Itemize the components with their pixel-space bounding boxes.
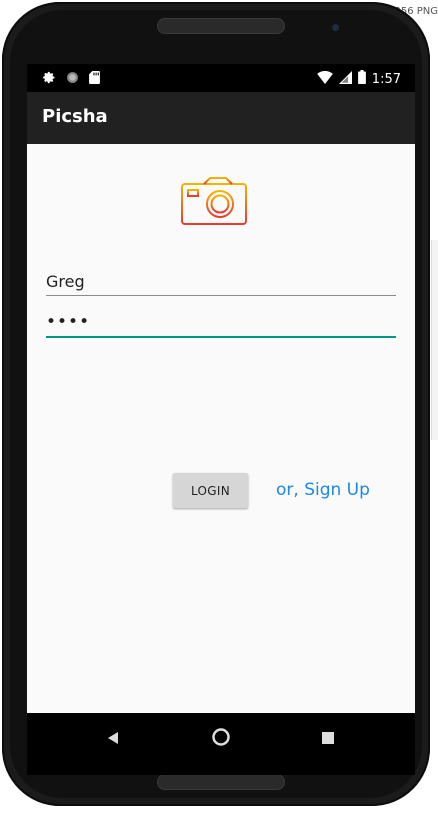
- top-speaker: [157, 18, 285, 34]
- wifi-icon: [316, 70, 333, 89]
- camera-icon: [180, 176, 248, 231]
- sign-up-link[interactable]: or, Sign Up: [276, 480, 370, 500]
- status-bar: 1:57: [27, 64, 415, 92]
- app-title: Picsha: [42, 106, 108, 127]
- sd-card-icon: [89, 71, 100, 89]
- device-screen: 1:57 Picsha Greg •••• LOGIN or, Sign Up: [27, 64, 415, 775]
- home-icon[interactable]: [211, 727, 231, 752]
- username-field[interactable]: [46, 267, 396, 296]
- status-time: 1:57: [371, 72, 401, 87]
- recents-icon[interactable]: [322, 731, 334, 749]
- battery-icon: [357, 70, 366, 89]
- bottom-speaker: [157, 774, 285, 790]
- app-bar: Picsha: [27, 92, 415, 144]
- background-window-edge: [431, 240, 438, 440]
- sync-icon: [66, 71, 79, 89]
- front-camera: [332, 24, 339, 31]
- password-field[interactable]: [46, 308, 396, 338]
- back-icon[interactable]: [106, 731, 120, 750]
- phone-frame: 1:57 Picsha Greg •••• LOGIN or, Sign Up: [2, 2, 430, 806]
- signal-icon: [338, 70, 352, 89]
- navigation-bar: [27, 713, 415, 775]
- settings-icon: [43, 71, 56, 89]
- login-button[interactable]: LOGIN: [173, 473, 248, 508]
